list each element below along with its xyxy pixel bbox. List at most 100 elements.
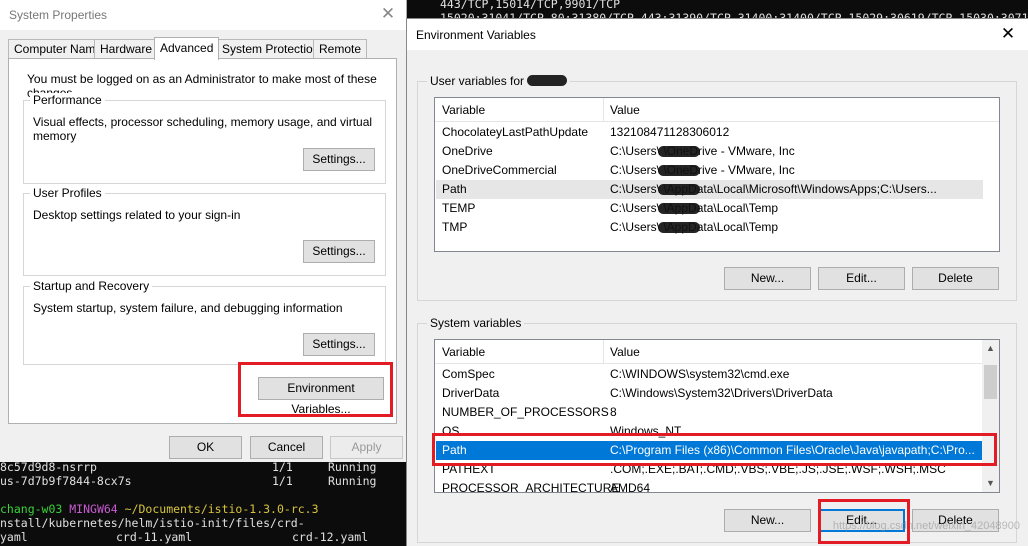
- variable-value: 132108471128306012: [610, 125, 730, 139]
- table-row[interactable]: PATHEXT .COM;.EXE;.BAT;.CMD;.VBS;.VBE;.J…: [436, 460, 983, 479]
- scroll-up-icon[interactable]: ▲: [982, 340, 999, 357]
- startup-recovery-group: Startup and Recovery System startup, sys…: [23, 279, 386, 365]
- terminal-pod-ready: 1/1: [272, 474, 293, 488]
- variable-name: Path: [442, 182, 467, 196]
- column-divider[interactable]: [603, 98, 604, 122]
- variable-value: Windows_NT: [610, 424, 682, 438]
- group-label: Performance: [30, 93, 105, 107]
- terminal-file: crd-12.yaml: [292, 530, 369, 544]
- prompt-user: chang-w03: [0, 502, 63, 516]
- variable-name: PATHEXT: [442, 462, 496, 476]
- group-label: User variables for: [427, 74, 571, 88]
- column-header-value[interactable]: Value: [610, 345, 640, 359]
- user-variables-list[interactable]: Variable Value ChocolateyLastPathUpdate …: [434, 97, 1000, 252]
- environment-variables-titlebar[interactable]: Environment Variables ✕: [407, 19, 1028, 50]
- group-description: System startup, system failure, and debu…: [33, 301, 343, 315]
- column-divider[interactable]: [603, 340, 604, 364]
- variable-value: C:\Program Files (x86)\Common Files\Orac…: [610, 443, 975, 457]
- prompt-shell: MINGW64: [69, 502, 118, 516]
- table-row-selected[interactable]: Path C:\Program Files (x86)\Common Files…: [436, 441, 983, 460]
- performance-settings-button[interactable]: Settings...: [303, 148, 375, 171]
- cancel-button[interactable]: Cancel: [250, 436, 323, 459]
- system-variables-label: System variables: [427, 316, 525, 330]
- variable-name: ChocolateyLastPathUpdate: [442, 125, 589, 139]
- close-icon[interactable]: ✕: [996, 22, 1020, 46]
- tab-hardware[interactable]: Hardware: [94, 39, 159, 59]
- list-header: Variable Value: [435, 98, 999, 122]
- table-row[interactable]: PROCESSOR_ARCHITECTURE AMD64: [436, 479, 983, 493]
- table-row[interactable]: ChocolateyLastPathUpdate 132108471128306…: [436, 123, 983, 142]
- tab-advanced[interactable]: Advanced: [154, 37, 220, 60]
- prompt-path: ~/Documents/istio-1.3.0-rc.3: [124, 502, 319, 516]
- redacted-username: [658, 222, 700, 233]
- terminal-pod-ready: 1/1: [272, 460, 293, 474]
- redacted-username: [658, 203, 700, 214]
- close-icon[interactable]: ✕: [376, 3, 400, 25]
- table-row[interactable]: ComSpec C:\WINDOWS\system32\cmd.exe: [436, 365, 983, 384]
- variable-name: PROCESSOR_ARCHITECTURE: [442, 481, 620, 493]
- table-row[interactable]: OS Windows_NT: [436, 422, 983, 441]
- scroll-down-icon[interactable]: ▼: [982, 475, 999, 492]
- group-label: Startup and Recovery: [30, 279, 153, 293]
- scroll-thumb[interactable]: [984, 365, 997, 399]
- variable-name: OneDriveCommercial: [442, 163, 557, 177]
- user-profiles-settings-button[interactable]: Settings...: [303, 240, 375, 263]
- user-profiles-group: User Profiles Desktop settings related t…: [23, 186, 386, 276]
- table-row-selected[interactable]: Path C:\Users\ \AppData\Local\Microsoft\…: [436, 180, 983, 199]
- user-variables-group: User variables for Variable Value Chocol…: [417, 74, 1017, 301]
- variable-name: OS: [442, 424, 460, 438]
- terminal-pod-status: Running: [328, 460, 377, 474]
- ok-button[interactable]: OK: [169, 436, 242, 459]
- variable-name: TMP: [442, 220, 468, 234]
- apply-button[interactable]: Apply: [330, 436, 403, 459]
- table-row[interactable]: TMP C:\Users\ \AppData\Local\Temp: [436, 218, 983, 237]
- column-header-variable[interactable]: Variable: [442, 345, 485, 359]
- variable-value: AMD64: [610, 481, 651, 493]
- redacted-username: [658, 146, 700, 157]
- user-delete-button[interactable]: Delete: [912, 267, 999, 290]
- tab-remote[interactable]: Remote: [313, 39, 368, 59]
- tab-system-protection[interactable]: System Protection: [216, 39, 326, 59]
- redacted-username: [658, 165, 700, 176]
- watermark: https://blog.csdn.net/weixin_42048900: [832, 520, 1020, 532]
- performance-group: Performance Visual effects, processor sc…: [23, 93, 386, 184]
- variable-name: Path: [442, 443, 467, 457]
- table-row[interactable]: DriverData C:\Windows\System32\Drivers\D…: [436, 384, 983, 403]
- variable-name: OneDrive: [442, 144, 493, 158]
- table-row[interactable]: OneDrive C:\Users\ \OneDrive - VMware, I…: [436, 142, 983, 161]
- terminal-line: nstall/kubernetes/helm/istio-init/files/…: [0, 516, 305, 530]
- vertical-scrollbar[interactable]: ▲ ▼: [982, 340, 999, 492]
- environment-variables-window: Environment Variables ✕ User variables f…: [406, 18, 1028, 546]
- terminal-file: crd-11.yaml: [116, 530, 193, 544]
- environment-variables-button[interactable]: Environment Variables...: [258, 377, 384, 416]
- group-description: Visual effects, processor scheduling, me…: [33, 115, 373, 143]
- user-variables-label: User variables for: [430, 74, 525, 88]
- startup-recovery-settings-button[interactable]: Settings...: [303, 333, 375, 356]
- user-edit-button[interactable]: Edit...: [818, 267, 905, 290]
- system-variables-list[interactable]: Variable Value ComSpec C:\WINDOWS\system…: [434, 339, 1000, 493]
- group-description: Desktop settings related to your sign-in: [33, 208, 241, 222]
- variable-name: NUMBER_OF_PROCESSORS: [442, 405, 609, 419]
- variable-value: C:\Windows\System32\Drivers\DriverData: [610, 386, 833, 400]
- terminal-pod-name: us-7d7b9f7844-8cx7s: [0, 474, 132, 488]
- system-properties-titlebar[interactable]: System Properties ✕: [0, 0, 406, 30]
- redacted-username: [527, 75, 568, 86]
- table-row[interactable]: TEMP C:\Users\ \AppData\Local\Temp: [436, 199, 983, 218]
- system-variables-group: System variables Variable Value ComSpec …: [417, 316, 1017, 543]
- variable-value: 8: [610, 405, 617, 419]
- user-new-button[interactable]: New...: [724, 267, 811, 290]
- variable-name: DriverData: [442, 386, 500, 400]
- window-title: System Properties: [9, 8, 108, 22]
- column-header-value[interactable]: Value: [610, 103, 640, 117]
- redacted-username: [658, 184, 700, 195]
- column-header-variable[interactable]: Variable: [442, 103, 485, 117]
- window-title: Environment Variables: [416, 28, 536, 42]
- terminal-file: yaml: [0, 530, 28, 544]
- table-row[interactable]: OneDriveCommercial C:\Users\ \OneDrive -…: [436, 161, 983, 180]
- group-label: User Profiles: [30, 186, 105, 200]
- terminal-line: 443/TCP,15014/TCP,9901/TCP: [440, 0, 621, 11]
- terminal-pod-name: 8c57d9d8-nsrrp: [0, 460, 97, 474]
- table-row[interactable]: NUMBER_OF_PROCESSORS 8: [436, 403, 983, 422]
- advanced-tab-panel: You must be logged on as an Administrato…: [8, 58, 397, 424]
- system-new-button[interactable]: New...: [724, 509, 811, 532]
